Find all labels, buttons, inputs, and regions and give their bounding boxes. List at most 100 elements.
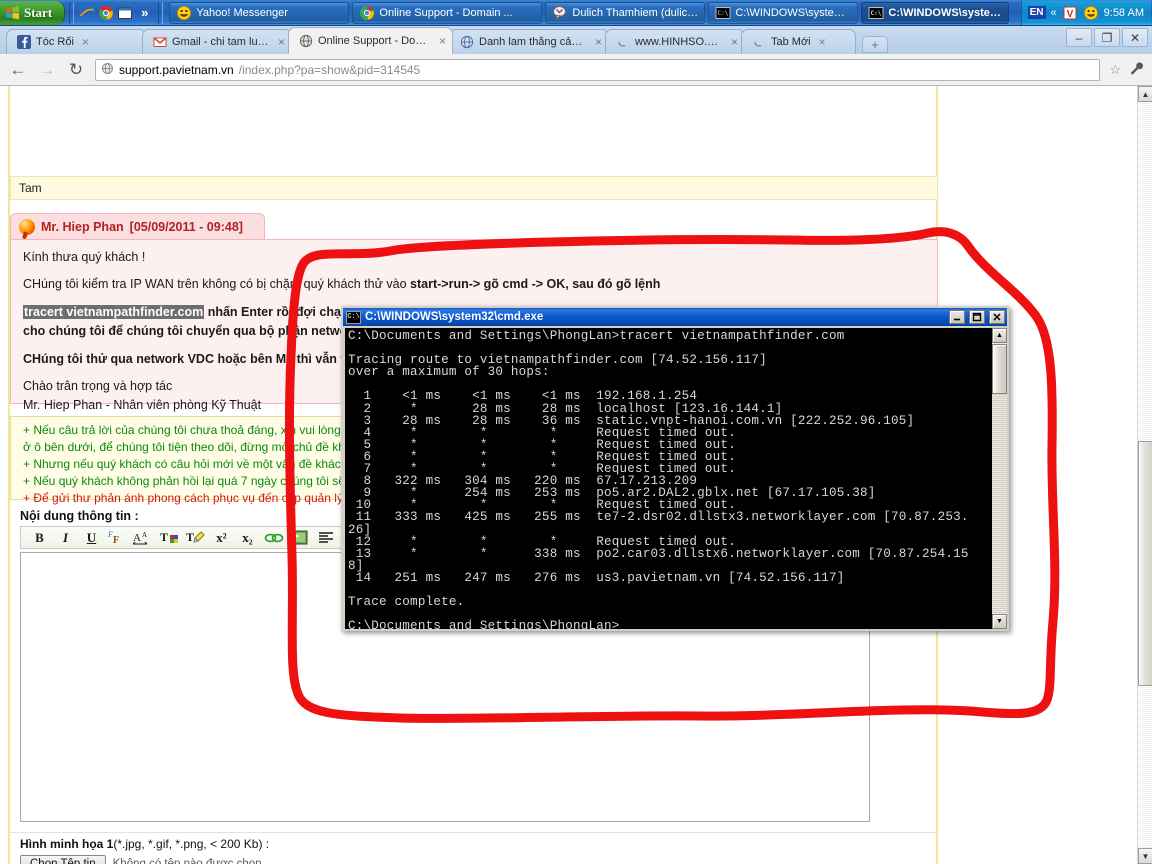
highlight-color-icon[interactable]: T <box>183 528 208 548</box>
message-line-1-pre: CHúng tôi kiểm tra IP WAN trên không có … <box>23 277 411 292</box>
yahoo-smiley-icon <box>176 5 192 21</box>
minimize-button[interactable]: – <box>1066 28 1092 47</box>
taskbar-item-cmd-2-active[interactable]: C:\ C:\WINDOWS\system... <box>861 1 1010 24</box>
cmd-output-text: C:\Documents and Settings\PhongLan>trace… <box>348 329 969 629</box>
tab-close-icon[interactable]: × <box>731 35 738 49</box>
show-desktop-icon[interactable] <box>117 5 133 21</box>
taskbar-item-label: C:\WINDOWS\system32... <box>735 6 851 19</box>
tab-toc-roi[interactable]: Tóc Rối × <box>6 29 146 54</box>
tab-strip: Tóc Rối × Gmail - chi tam luu ho tro × O… <box>0 26 1152 54</box>
language-indicator[interactable]: EN <box>1027 6 1046 19</box>
svg-text:V: V <box>1066 9 1073 20</box>
font-size-icon[interactable]: AA <box>131 528 156 548</box>
cmd-icon: C:\ <box>868 5 884 21</box>
cmd-scroll-down-arrow[interactable]: ▼ <box>992 614 1007 629</box>
start-button[interactable]: Start <box>0 0 66 25</box>
tab-close-icon[interactable]: × <box>278 35 285 49</box>
cmd-maximize-button[interactable] <box>969 310 985 324</box>
new-tab-button[interactable]: + <box>862 36 888 53</box>
taskbar-clock[interactable]: 9:58 AM <box>1104 7 1144 19</box>
tab-close-icon[interactable]: × <box>819 35 826 49</box>
facebook-icon <box>17 35 31 49</box>
ie-icon[interactable] <box>79 5 95 21</box>
taskbar-item-dulich-thamhiem[interactable]: Dulich Thamhiem (dulicht... <box>545 1 706 24</box>
tab-new-tab[interactable]: Tab Mới × <box>741 29 856 54</box>
url-domain: support.pavietnam.vn <box>119 62 234 77</box>
wrench-menu-icon[interactable] <box>1130 61 1144 78</box>
scroll-up-arrow[interactable]: ▲ <box>1138 86 1152 102</box>
taskbar-item-label: Online Support - Domain ... <box>379 6 513 19</box>
cmd-title-bar[interactable]: C:\ C:\WINDOWS\system32\cmd.exe <box>343 308 1007 326</box>
tab-hinhso[interactable]: www.HINHSO.com × <box>605 29 745 54</box>
bold-icon[interactable]: B <box>27 528 52 548</box>
cmd-scroll-up-arrow[interactable]: ▲ <box>992 328 1007 343</box>
tab-label: Danh lam thắng cảnh việ <box>479 36 587 48</box>
start-label: Start <box>24 4 53 20</box>
text-color-icon[interactable]: T <box>157 528 182 548</box>
subscript-icon[interactable]: x₂ <box>235 528 260 548</box>
reload-button[interactable]: ↻ <box>66 60 86 80</box>
back-button[interactable]: ← <box>8 60 28 80</box>
tab-label: Gmail - chi tam luu ho tro <box>172 36 270 48</box>
tab-online-support[interactable]: Online Support - Domain × <box>288 27 453 54</box>
cmd-minimize-button[interactable] <box>949 310 965 324</box>
message-timestamp: [05/09/2011 - 09:48] <box>129 219 243 234</box>
taskbar-separator-2 <box>158 1 164 24</box>
yahoo-smiley-icon[interactable] <box>1083 5 1099 21</box>
divider-1 <box>10 832 938 833</box>
attachment-1-status: Không có tệp nào được chọn <box>112 858 262 864</box>
page-scrollbar[interactable]: ▲ ▼ <box>1137 86 1152 864</box>
tab-gmail[interactable]: Gmail - chi tam luu ho tro × <box>142 29 292 54</box>
browser-toolbar: ← → ↻ support.pavietnam.vn/index.php?pa=… <box>0 54 1152 86</box>
tab-close-icon[interactable]: × <box>439 34 446 48</box>
taskbar-item-cmd-1[interactable]: C:\ C:\WINDOWS\system32... <box>708 1 859 24</box>
quicklaunch-overflow-chevron[interactable]: » <box>136 5 153 20</box>
underline-icon[interactable]: U <box>79 528 104 548</box>
insert-link-icon[interactable] <box>261 528 286 548</box>
align-left-icon[interactable] <box>313 528 338 548</box>
cmd-scrollbar-thumb[interactable] <box>992 344 1007 394</box>
font-family-icon[interactable]: FF <box>105 528 130 548</box>
maximize-button[interactable]: ❐ <box>1094 28 1120 47</box>
taskbar-item-label: Yahoo! Messenger <box>196 6 288 19</box>
cmd-client-area: C:\Documents and Settings\PhongLan>trace… <box>345 328 1007 629</box>
close-button[interactable]: ✕ <box>1122 28 1148 47</box>
loading-icon <box>752 35 766 49</box>
tab-label: Tab Mới <box>771 36 811 48</box>
message-greeting: Kính thưa quý khách ! <box>23 250 146 264</box>
bookmark-star-icon[interactable]: ☆ <box>1109 62 1121 78</box>
superscript-icon[interactable]: x² <box>209 528 234 548</box>
taskbar-item-yahoo-messenger[interactable]: Yahoo! Messenger <box>169 1 350 24</box>
chrome-icon <box>359 5 375 21</box>
italic-icon[interactable]: I <box>53 528 78 548</box>
scrollbar-thumb[interactable] <box>1138 441 1152 686</box>
svg-text:C:\: C:\ <box>718 10 729 17</box>
content-field-label: Nội dung thông tin : <box>20 509 139 523</box>
message-header: Mr. Hiep Phan [05/09/2011 - 09:48] <box>10 213 265 239</box>
scroll-down-arrow[interactable]: ▼ <box>1138 848 1152 864</box>
windows-taskbar: Start » Yahoo! Messenger Online Support … <box>0 0 1152 26</box>
cmd-close-button[interactable] <box>989 310 1005 324</box>
tab-close-icon[interactable]: × <box>595 35 602 49</box>
taskbar-item-online-support[interactable]: Online Support - Domain ... <box>352 1 543 24</box>
tracert-command-highlight: tracert vietnampathfinder.com <box>23 304 205 319</box>
svg-text:F: F <box>113 535 119 546</box>
chrome-icon[interactable] <box>98 5 114 21</box>
unikey-v-icon[interactable]: V <box>1062 5 1078 21</box>
message-author: Mr. Hiep Phan <box>41 219 124 234</box>
message-line-1: CHúng tôi kiểm tra IP WAN trên không có … <box>23 275 925 294</box>
windows-flag-icon <box>5 5 20 20</box>
attachment-1-input[interactable]: Chọn Tệp tin Không có tệp nào được chọn <box>20 855 262 864</box>
tab-close-icon[interactable]: × <box>82 35 89 49</box>
insert-image-icon[interactable] <box>287 528 312 548</box>
address-bar[interactable]: support.pavietnam.vn/index.php?pa=show&p… <box>95 58 1101 81</box>
taskbar-item-label: C:\WINDOWS\system... <box>888 6 1003 19</box>
cmd-scrollbar[interactable]: ▲ ▼ <box>991 328 1007 629</box>
cmd-window[interactable]: C:\ C:\WINDOWS\system32\cmd.exe C:\Docum… <box>341 306 1009 631</box>
choose-file-button-1[interactable]: Chọn Tệp tin <box>20 855 106 864</box>
globe-icon <box>460 35 474 49</box>
tab-danh-lam-thang-canh[interactable]: Danh lam thắng cảnh việ × <box>449 29 609 54</box>
tray-expand-chevron[interactable]: « <box>1051 7 1057 19</box>
svg-text:T: T <box>160 530 168 544</box>
page-info-globe-icon <box>101 62 114 78</box>
